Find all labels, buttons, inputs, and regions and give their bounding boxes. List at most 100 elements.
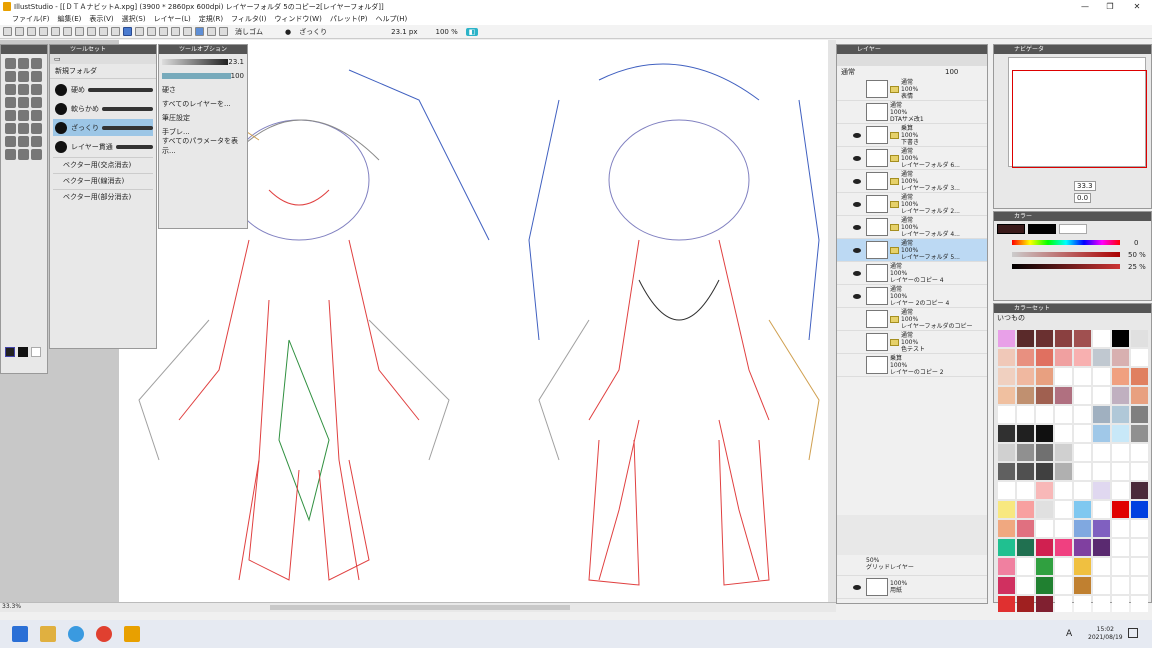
opacity-value[interactable]: 100	[945, 68, 958, 76]
brush-soft[interactable]: 軟らかめ	[53, 100, 153, 117]
eraser-tool-icon[interactable]	[31, 123, 42, 134]
vector-eraser-1[interactable]: ベクター用(交点消去)	[53, 157, 153, 172]
color-swatch[interactable]	[1074, 406, 1091, 423]
color-swatch[interactable]	[1112, 501, 1129, 518]
eye-icon[interactable]	[853, 132, 861, 138]
polygon-tool-icon[interactable]	[31, 84, 42, 95]
color-swatch[interactable]	[1055, 387, 1072, 404]
layer-row[interactable]: 通常 100% レイヤーフォルダ 3...	[837, 170, 987, 193]
chrome-icon[interactable]	[96, 626, 112, 642]
menu-filter[interactable]: フィルタ(I)	[231, 14, 266, 24]
color-swatch[interactable]	[1055, 368, 1072, 385]
menu-palette[interactable]: パレット(P)	[330, 14, 368, 24]
color-swatch[interactable]	[1036, 520, 1053, 537]
pen-icon[interactable]	[207, 27, 216, 36]
clock[interactable]: 15:02 2021/08/19	[1088, 626, 1123, 642]
grid-layer-row[interactable]: 50% グリッドレイヤー	[837, 553, 987, 576]
navigator-view-frame[interactable]	[1012, 70, 1147, 168]
color-swatch[interactable]	[1036, 558, 1053, 575]
color-swatch[interactable]	[1055, 501, 1072, 518]
color-swatch[interactable]	[1112, 482, 1129, 499]
color-swatch[interactable]	[1036, 368, 1053, 385]
color-swatch[interactable]	[1055, 482, 1072, 499]
menu-help[interactable]: ヘルプ(H)	[376, 14, 408, 24]
color-swatch[interactable]	[998, 406, 1015, 423]
color-swatch[interactable]	[1017, 406, 1034, 423]
color-swatch[interactable]	[1017, 539, 1034, 556]
color-icon[interactable]	[183, 27, 192, 36]
notification-icon[interactable]	[1128, 628, 1138, 638]
ie-browser-icon[interactable]	[68, 626, 84, 642]
color-swatch[interactable]	[1131, 425, 1148, 442]
color-swatch[interactable]	[1074, 368, 1091, 385]
color-swatch[interactable]	[1093, 520, 1110, 537]
color-swatch[interactable]	[1131, 596, 1148, 613]
airbrush-tool-icon[interactable]	[18, 123, 29, 134]
zoom-tool-icon[interactable]	[5, 58, 16, 69]
color-swatch[interactable]	[1112, 577, 1129, 594]
move-tool-icon[interactable]	[5, 71, 16, 82]
color-swatch[interactable]	[1131, 463, 1148, 480]
color-swatch[interactable]	[1093, 330, 1110, 347]
stamp-tool-icon[interactable]	[18, 149, 29, 160]
color-swatch[interactable]	[1055, 577, 1072, 594]
color-swatch[interactable]	[1112, 539, 1129, 556]
color-swatch[interactable]	[1017, 577, 1034, 594]
color-swatch[interactable]	[1093, 501, 1110, 518]
color-swatch[interactable]	[1131, 558, 1148, 575]
zoom-mode-badge[interactable]: ◧	[465, 27, 479, 36]
color-swatch[interactable]	[1093, 349, 1110, 366]
color-swatch[interactable]	[1131, 482, 1148, 499]
color-swatch[interactable]	[1036, 406, 1053, 423]
main-color-swatch[interactable]	[5, 347, 15, 357]
vector-eraser-3[interactable]: ベクター用(部分消去)	[53, 189, 153, 204]
color-swatch[interactable]	[1017, 444, 1034, 461]
color-swatch[interactable]	[1112, 406, 1129, 423]
eye-icon[interactable]	[853, 224, 861, 230]
zoom-out-icon[interactable]	[27, 27, 36, 36]
color-swatch[interactable]	[1055, 463, 1072, 480]
transform-icon[interactable]	[159, 27, 168, 36]
color-swatch[interactable]	[1131, 330, 1148, 347]
color-swatch[interactable]	[1131, 349, 1148, 366]
menu-layer[interactable]: レイヤー(L)	[154, 14, 191, 24]
copy-icon[interactable]	[99, 27, 108, 36]
sub-color-chip[interactable]	[1028, 224, 1056, 234]
color-swatch[interactable]	[1017, 520, 1034, 537]
color-swatch[interactable]	[998, 539, 1015, 556]
pen-tool-icon[interactable]	[5, 110, 16, 121]
main-color-chip[interactable]	[997, 224, 1025, 234]
color-swatch[interactable]	[1112, 558, 1129, 575]
color-swatch[interactable]	[1036, 577, 1053, 594]
zoom-in-icon[interactable]	[15, 27, 24, 36]
value-slider[interactable]	[1012, 264, 1120, 269]
color-swatch[interactable]	[1131, 501, 1148, 518]
pressure-row[interactable]: 筆圧設定	[159, 111, 247, 124]
color-swatch[interactable]	[1074, 349, 1091, 366]
color-swatch[interactable]	[1112, 444, 1129, 461]
color-swatch[interactable]	[998, 577, 1015, 594]
ime-indicator[interactable]: A	[1066, 629, 1072, 639]
canvas-horizontal-scrollbar[interactable]: 33.3%	[0, 602, 836, 612]
color-swatch[interactable]	[998, 463, 1015, 480]
color-swatch[interactable]	[1017, 330, 1034, 347]
vector-eraser-2[interactable]: ベクター用(線消去)	[53, 173, 153, 188]
color-swatch[interactable]	[1131, 539, 1148, 556]
line-tool-icon[interactable]	[5, 97, 16, 108]
close-button[interactable]: ✕	[1126, 0, 1148, 13]
eye-icon[interactable]	[853, 270, 861, 276]
density-slider[interactable]	[162, 72, 231, 79]
color-swatch[interactable]	[1112, 425, 1129, 442]
size-row[interactable]: 23.1	[159, 55, 247, 68]
transparent-swatch[interactable]	[31, 347, 41, 357]
color-swatch[interactable]	[1093, 425, 1110, 442]
color-swatch[interactable]	[1055, 425, 1072, 442]
layer-row[interactable]: 通常 100% レイヤーのコピー 4	[837, 262, 987, 285]
eraser-tool-label[interactable]: 消しゴム	[235, 27, 263, 37]
color-swatch[interactable]	[1093, 368, 1110, 385]
color-swatch[interactable]	[1131, 520, 1148, 537]
layer-row[interactable]: 乗算 100% レイヤーのコピー 2	[837, 354, 987, 377]
color-swatch[interactable]	[1112, 387, 1129, 404]
color-swatch[interactable]	[1074, 425, 1091, 442]
gear-icon[interactable]	[3, 27, 12, 36]
